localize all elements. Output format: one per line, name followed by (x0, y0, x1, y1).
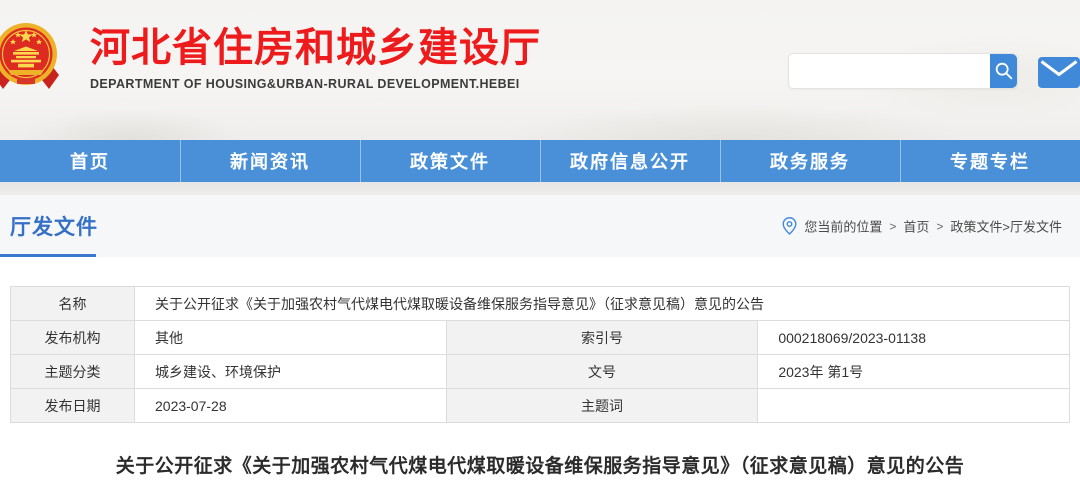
document-info-table: 名称 关于公开征求《关于加强农村气代煤电代煤取暖设备维保服务指导意见》（征求意见… (10, 286, 1070, 423)
main-nav: 首页 新闻资讯 政策文件 政府信息公开 政务服务 专题专栏 (0, 140, 1080, 182)
breadcrumb: 您当前的位置 > 首页 > 政策文件>厅发文件 (782, 217, 1062, 236)
field-label-name: 名称 (11, 287, 135, 321)
field-value-name: 关于公开征求《关于加强农村气代煤电代煤取暖设备维保服务指导意见》（征求意见稿）意… (135, 287, 1070, 321)
field-value-issuing-agency: 其他 (135, 321, 447, 355)
table-row: 名称 关于公开征求《关于加强农村气代煤电代煤取暖设备维保服务指导意见》（征求意见… (11, 287, 1070, 321)
field-value-document-number: 2023年 第1号 (758, 355, 1070, 389)
page: 河北省住房和城乡建设厅 DEPARTMENT OF HOUSING&URBAN-… (0, 0, 1080, 488)
site-subtitle: DEPARTMENT OF HOUSING&URBAN-RURAL DEVELO… (90, 77, 541, 91)
field-value-index-number: 000218069/2023-01138 (758, 321, 1070, 355)
site-banner: 河北省住房和城乡建设厅 DEPARTMENT OF HOUSING&URBAN-… (0, 0, 1080, 140)
breadcrumb-prefix: 您当前的位置 (804, 217, 882, 236)
field-label-publish-date: 发布日期 (11, 389, 135, 423)
search-input[interactable] (789, 54, 990, 88)
site-identity: 河北省住房和城乡建设厅 DEPARTMENT OF HOUSING&URBAN-… (90, 26, 541, 91)
nav-item-gov-services[interactable]: 政务服务 (720, 140, 900, 182)
search-icon (993, 60, 1015, 82)
nav-item-policy-documents[interactable]: 政策文件 (360, 140, 540, 182)
article-title: 关于公开征求《关于加强农村气代煤电代煤取暖设备维保服务指导意见》（征求意见稿）意… (0, 451, 1080, 478)
field-label-topic-category: 主题分类 (11, 355, 135, 389)
mail-icon (1038, 57, 1080, 88)
breadcrumb-separator: > (936, 219, 943, 233)
field-label-issuing-agency: 发布机构 (11, 321, 135, 355)
nav-item-news[interactable]: 新闻资讯 (180, 140, 360, 182)
section-subheader: 厅发文件 您当前的位置 > 首页 > 政策文件>厅发文件 (0, 195, 1080, 257)
search-box (788, 53, 1018, 89)
search-button[interactable] (990, 54, 1017, 88)
field-label-keywords: 主题词 (446, 389, 758, 423)
location-pin-icon (782, 217, 797, 236)
table-row: 发布机构 其他 索引号 000218069/2023-01138 (11, 321, 1070, 355)
breadcrumb-link-home[interactable]: 首页 (903, 217, 929, 236)
nav-item-home[interactable]: 首页 (0, 140, 180, 182)
section-title-underline (0, 254, 96, 257)
field-value-topic-category: 城乡建设、环境保护 (135, 355, 447, 389)
section-title: 厅发文件 (10, 211, 98, 241)
nav-item-gov-info-disclosure[interactable]: 政府信息公开 (540, 140, 720, 182)
field-label-document-number: 文号 (446, 355, 758, 389)
field-value-publish-date: 2023-07-28 (135, 389, 447, 423)
banner-bottom-strip (0, 182, 1080, 195)
national-emblem-icon (0, 18, 68, 100)
breadcrumb-separator: > (889, 219, 896, 233)
mail-button[interactable] (1038, 57, 1080, 88)
breadcrumb-link-policy-docs[interactable]: 政策文件>厅发文件 (950, 217, 1062, 236)
site-title: 河北省住房和城乡建设厅 (90, 26, 541, 70)
nav-item-special-topics[interactable]: 专题专栏 (900, 140, 1080, 182)
table-row: 主题分类 城乡建设、环境保护 文号 2023年 第1号 (11, 355, 1070, 389)
field-label-index-number: 索引号 (446, 321, 758, 355)
field-value-keywords (758, 389, 1070, 423)
table-row: 发布日期 2023-07-28 主题词 (11, 389, 1070, 423)
